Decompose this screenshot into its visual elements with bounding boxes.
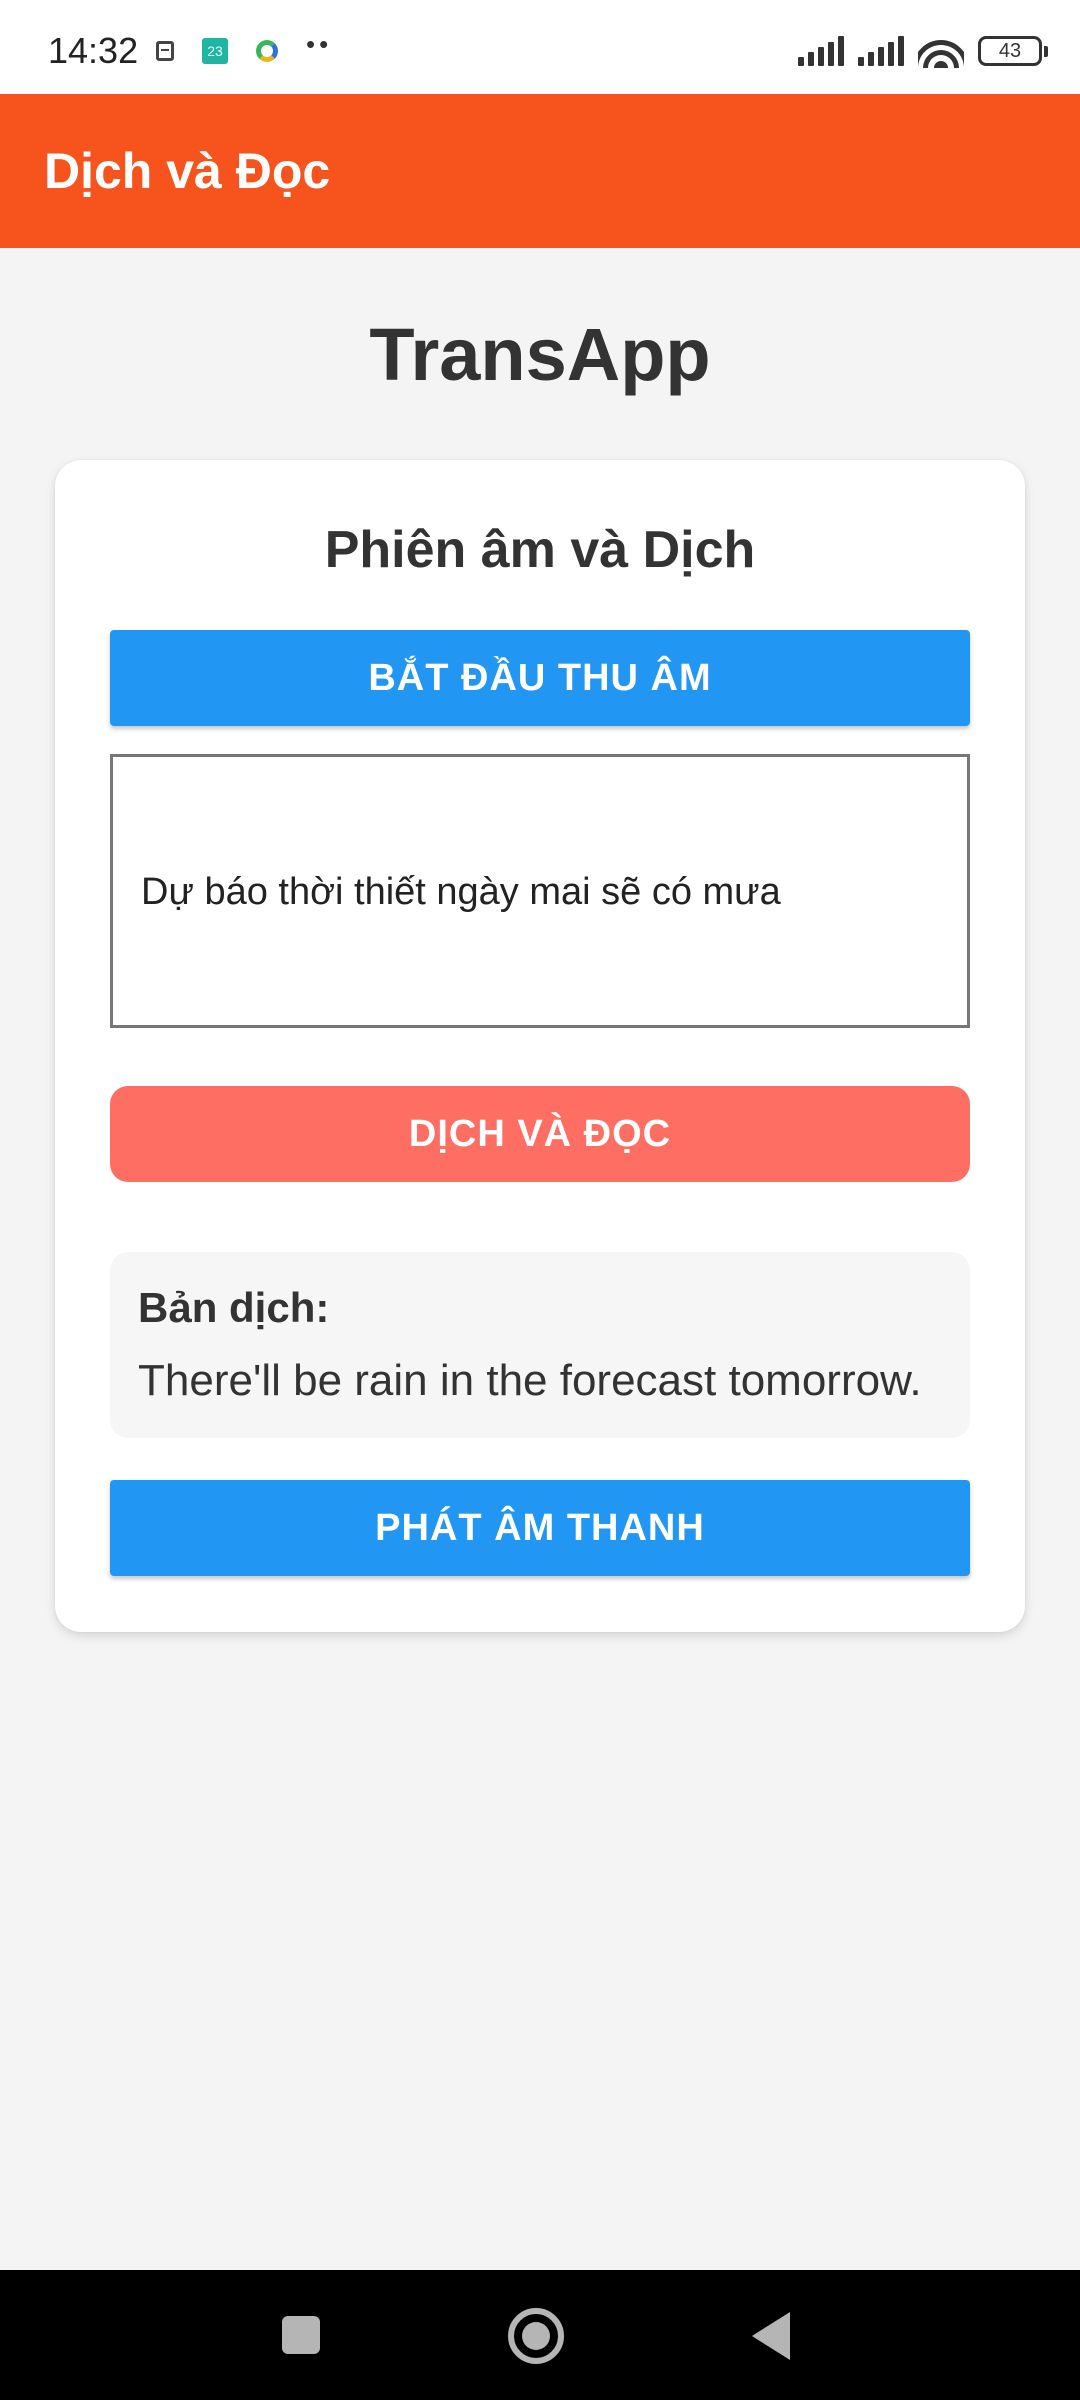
- wifi-icon: [918, 34, 964, 68]
- start-recording-button[interactable]: BẮT ĐẦU THU ÂM: [110, 630, 970, 726]
- battery-icon: 43: [978, 36, 1048, 66]
- signal-icon: [858, 36, 904, 66]
- recents-icon[interactable]: [282, 2316, 320, 2354]
- card-title: Phiên âm và Dịch: [324, 521, 756, 579]
- navigation-bar: [0, 2270, 1080, 2400]
- battery-level: 43: [998, 40, 1022, 62]
- app-notification-icon: 23: [202, 38, 228, 64]
- app-bar: Dịch và Đọc: [0, 94, 1080, 248]
- back-icon[interactable]: [752, 2312, 790, 2360]
- app-bar-title: Dịch và Đọc: [44, 143, 331, 199]
- transcribe-translate-card: Phiên âm và Dịch BẮT ĐẦU THU ÂM Dự báo t…: [55, 460, 1025, 1632]
- more-notifications-icon: ••: [306, 28, 333, 59]
- system-icons: 43: [798, 34, 1048, 68]
- translation-result: Bản dịch: There'll be rain in the foreca…: [110, 1252, 970, 1438]
- home-icon[interactable]: [508, 2308, 564, 2364]
- transcript-field[interactable]: Dự báo thời thiết ngày mai sẽ có mưa: [110, 754, 970, 1028]
- sync-icon: [256, 40, 278, 62]
- status-bar: 14:32 23 •• 43: [0, 0, 1080, 94]
- calendar-icon: [156, 41, 174, 61]
- page-title: TransApp: [369, 313, 711, 396]
- signal-icon: [798, 36, 844, 66]
- translate-and-read-button[interactable]: DỊCH VÀ ĐỌC: [110, 1086, 970, 1182]
- status-time: 14:32: [48, 30, 139, 71]
- translation-label: Bản dịch:: [138, 1284, 330, 1331]
- translation-text: There'll be rain in the forecast tomorro…: [138, 1356, 922, 1405]
- notification-icons: 23 ••: [156, 29, 332, 64]
- transcript-text: Dự báo thời thiết ngày mai sẽ có mưa: [141, 871, 781, 913]
- play-audio-button[interactable]: PHÁT ÂM THANH: [110, 1480, 970, 1576]
